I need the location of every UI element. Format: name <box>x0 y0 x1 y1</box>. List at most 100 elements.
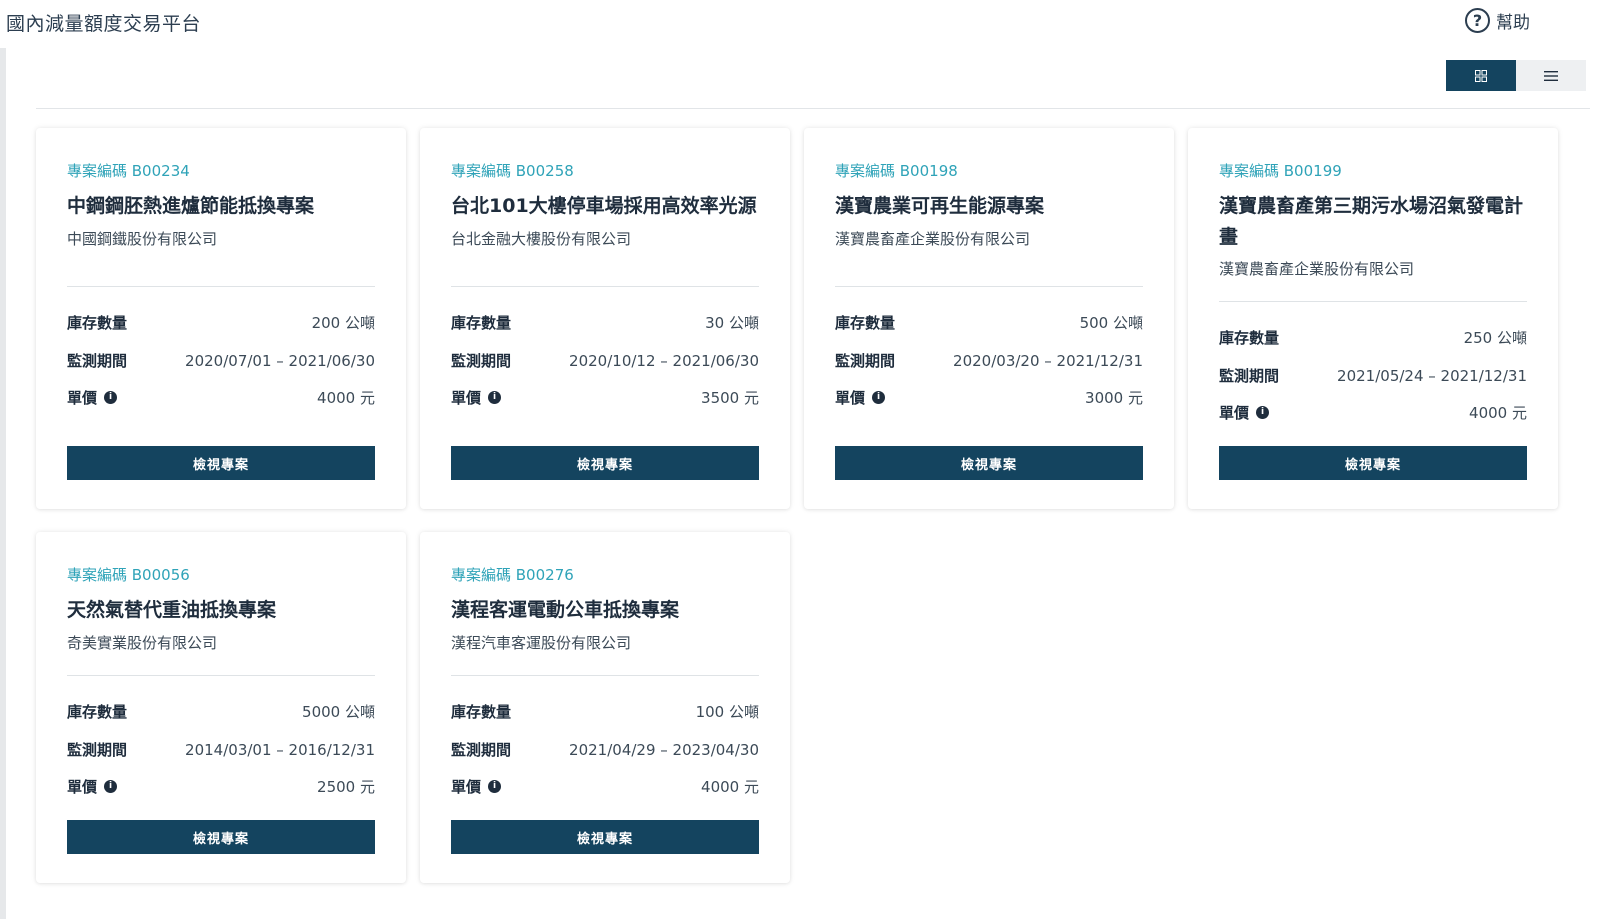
price-label: 單價 <box>67 389 98 407</box>
period-label: 監測期間 <box>1219 367 1280 385</box>
info-icon[interactable]: i <box>488 780 502 793</box>
price-label: 單價 <box>451 778 482 796</box>
card-divider <box>451 675 759 676</box>
project-code: 專案編碼 B00056 <box>67 566 190 584</box>
list-view-button[interactable] <box>1516 60 1586 91</box>
project-title: 漢程客運電動公車抵換專案 <box>451 599 680 621</box>
project-company: 台北金融大樓股份有限公司 <box>451 230 632 248</box>
stock-value: 5000 公噸 <box>302 703 375 721</box>
stock-label: 庫存數量 <box>835 314 896 332</box>
period-value: 2020/07/01 – 2021/06/30 <box>185 351 375 370</box>
price-row: 單價 i 3500 元 <box>451 387 759 408</box>
grid-icon <box>1475 69 1487 82</box>
view-project-button[interactable]: 檢視專案 <box>67 446 375 480</box>
view-project-button[interactable]: 檢視專案 <box>451 820 759 854</box>
period-row: 監測期間 2021/05/24 – 2021/12/31 <box>1219 365 1527 386</box>
price-row: 單價 i 4000 元 <box>451 776 759 797</box>
info-icon[interactable]: i <box>1256 406 1270 419</box>
price-label-wrap: 單價 i <box>835 387 886 408</box>
price-label: 單價 <box>451 389 482 407</box>
price-value: 4000 元 <box>701 778 759 796</box>
price-label-wrap: 單價 i <box>451 387 502 408</box>
grid-view-button[interactable] <box>1446 60 1516 91</box>
period-label: 監測期間 <box>451 741 512 759</box>
price-label-wrap: 單價 i <box>1219 402 1270 423</box>
help-label: 幫助 <box>1496 13 1530 33</box>
info-icon[interactable]: i <box>872 391 886 404</box>
price-value: 4000 元 <box>317 389 375 407</box>
period-row: 監測期間 2021/04/29 – 2023/04/30 <box>451 739 759 760</box>
stock-row: 庫存數量 5000 公噸 <box>67 701 375 722</box>
card-divider <box>1219 301 1527 302</box>
period-value: 2020/10/12 – 2021/06/30 <box>569 351 759 370</box>
project-company: 奇美實業股份有限公司 <box>67 634 218 652</box>
stock-value: 30 公噸 <box>705 314 759 332</box>
stock-label: 庫存數量 <box>451 703 512 721</box>
period-label: 監測期間 <box>67 741 128 759</box>
project-card: 專案編碼 B00198 漢寶農業可再生能源專案 漢寶農畜產企業股份有限公司 庫存… <box>804 128 1174 509</box>
period-value: 2020/03/20 – 2021/12/31 <box>953 351 1143 370</box>
stock-value: 100 公噸 <box>695 703 759 721</box>
info-icon[interactable]: i <box>488 391 502 404</box>
price-label: 單價 <box>835 389 866 407</box>
project-company: 漢寶農畜產企業股份有限公司 <box>835 230 1031 248</box>
info-icon[interactable]: i <box>104 391 118 404</box>
info-icon[interactable]: i <box>104 780 118 793</box>
view-toggle <box>1446 60 1586 91</box>
project-code: 專案編碼 B00234 <box>67 162 190 180</box>
view-project-button[interactable]: 檢視專案 <box>1219 446 1527 480</box>
stock-label: 庫存數量 <box>67 703 128 721</box>
stock-row: 庫存數量 250 公噸 <box>1219 327 1527 348</box>
stock-row: 庫存數量 100 公噸 <box>451 701 759 722</box>
price-value: 3500 元 <box>701 389 759 407</box>
project-card: 專案編碼 B00276 漢程客運電動公車抵換專案 漢程汽車客運股份有限公司 庫存… <box>420 532 790 883</box>
stock-row: 庫存數量 30 公噸 <box>451 312 759 333</box>
price-value: 3000 元 <box>1085 389 1143 407</box>
card-divider <box>67 675 375 676</box>
period-value: 2021/04/29 – 2023/04/30 <box>569 740 759 759</box>
price-label-wrap: 單價 i <box>451 776 502 797</box>
period-label: 監測期間 <box>451 352 512 370</box>
period-value: 2021/05/24 – 2021/12/31 <box>1337 366 1527 385</box>
project-company: 漢寶農畜產企業股份有限公司 <box>1219 260 1415 278</box>
period-label: 監測期間 <box>835 352 896 370</box>
project-card: 專案編碼 B00234 中鋼鋼胚熱進爐節能抵換專案 中國鋼鐵股份有限公司 庫存數… <box>36 128 406 509</box>
price-row: 單價 i 4000 元 <box>1219 402 1527 423</box>
project-title: 台北101大樓停車場採用高效率光源 <box>451 195 757 217</box>
stock-label: 庫存數量 <box>451 314 512 332</box>
project-company: 中國鋼鐵股份有限公司 <box>67 230 218 248</box>
project-title: 漢寶農業可再生能源專案 <box>835 195 1045 217</box>
view-project-button[interactable]: 檢視專案 <box>67 820 375 854</box>
project-card: 專案編碼 B00199 漢寶農畜產第三期污水場沼氣發電計畫 漢寶農畜產企業股份有… <box>1188 128 1558 509</box>
period-row: 監測期間 2020/03/20 – 2021/12/31 <box>835 350 1143 371</box>
price-row: 單價 i 3000 元 <box>835 387 1143 408</box>
project-card: 專案編碼 B00258 台北101大樓停車場採用高效率光源 台北金融大樓股份有限… <box>420 128 790 509</box>
app-title: 國內減量額度交易平台 <box>6 13 202 35</box>
question-circle-icon: ? <box>1465 8 1490 33</box>
price-row: 單價 i 4000 元 <box>67 387 375 408</box>
period-row: 監測期間 2020/10/12 – 2021/06/30 <box>451 350 759 371</box>
help-button[interactable]: ? 幫助 <box>1465 8 1530 33</box>
project-card: 專案編碼 B00056 天然氣替代重油抵換專案 奇美實業股份有限公司 庫存數量 … <box>36 532 406 883</box>
project-code: 專案編碼 B00199 <box>1219 162 1342 180</box>
project-code: 專案編碼 B00198 <box>835 162 958 180</box>
view-project-button[interactable]: 檢視專案 <box>451 446 759 480</box>
left-rail <box>0 48 6 919</box>
price-row: 單價 i 2500 元 <box>67 776 375 797</box>
price-label-wrap: 單價 i <box>67 387 118 408</box>
price-label-wrap: 單價 i <box>67 776 118 797</box>
stock-value: 200 公噸 <box>311 314 375 332</box>
period-value: 2014/03/01 – 2016/12/31 <box>185 740 375 759</box>
stock-value: 250 公噸 <box>1463 329 1527 347</box>
stock-value: 500 公噸 <box>1079 314 1143 332</box>
period-row: 監測期間 2020/07/01 – 2021/06/30 <box>67 350 375 371</box>
stock-row: 庫存數量 500 公噸 <box>835 312 1143 333</box>
card-divider <box>835 286 1143 287</box>
stock-label: 庫存數量 <box>1219 329 1280 347</box>
period-label: 監測期間 <box>67 352 128 370</box>
stock-row: 庫存數量 200 公噸 <box>67 312 375 333</box>
view-project-button[interactable]: 檢視專案 <box>835 446 1143 480</box>
price-value: 2500 元 <box>317 778 375 796</box>
price-value: 4000 元 <box>1469 404 1527 422</box>
price-label: 單價 <box>67 778 98 796</box>
